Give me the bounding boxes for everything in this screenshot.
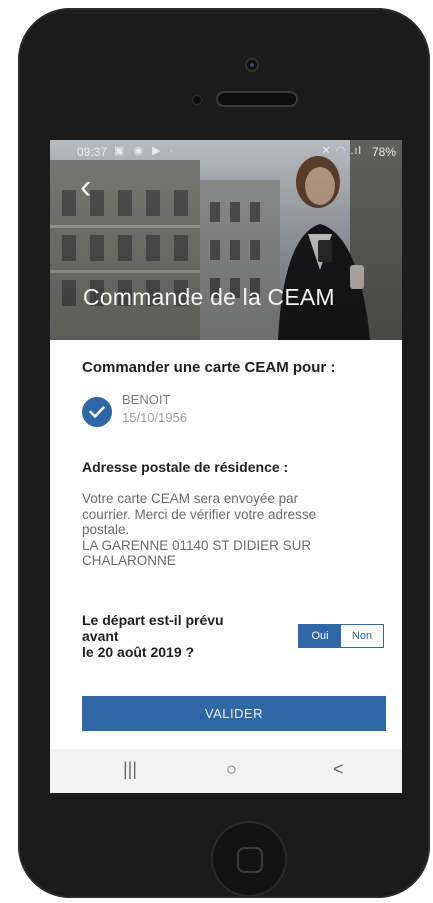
notification-icons: ▣ ◉ ▶ ·	[114, 145, 177, 157]
departure-question: Le départ est-il prévu avant le 20 août …	[82, 612, 272, 660]
back-nav-icon[interactable]: <	[333, 759, 344, 780]
toggle-yes-option[interactable]: Oui	[299, 625, 341, 647]
departure-toggle[interactable]: Oui Non	[298, 624, 384, 648]
system-nav-bar: ||| ○ <	[50, 749, 402, 793]
order-heading: Commander une carte CEAM pour :	[82, 359, 336, 376]
question-line: avant	[82, 628, 119, 644]
battery-level: 78%	[371, 145, 396, 159]
recents-nav-icon[interactable]: |||	[123, 759, 137, 780]
status-time: 09:37	[77, 145, 108, 159]
signal-wifi-icons: ✕ ◠ .ıl	[321, 145, 362, 157]
home-hardware-button[interactable]	[213, 823, 285, 895]
question-line: Le départ est-il prévu	[82, 612, 224, 628]
beneficiary-checkbox[interactable]	[82, 397, 112, 427]
address-text: Votre carte CEAM sera envoyée par courri…	[82, 491, 382, 569]
address-line: CHALARONNE	[82, 553, 176, 568]
page-title: Commande de la CEAM	[83, 284, 335, 310]
order-form: Commander une carte CEAM pour : BENOIT 1…	[50, 340, 402, 749]
beneficiary-dob: 15/10/1956	[122, 410, 188, 425]
question-line: le 20 août 2019 ?	[82, 644, 195, 660]
address-line: courrier. Merci de vérifier votre adress…	[82, 506, 317, 522]
address-line: postale.	[82, 522, 130, 537]
front-camera	[247, 60, 257, 70]
status-bar: 09:37 ▣ ◉ ▶ · ✕ ◠ .ıl 78%	[50, 140, 402, 162]
beneficiary-name: BENOIT	[122, 392, 171, 407]
checkmark-icon	[89, 406, 105, 418]
header-photo: 09:37 ▣ ◉ ▶ · ✕ ◠ .ıl 78% ‹ Commande de …	[50, 140, 402, 340]
app-screen: 09:37 ▣ ◉ ▶ · ✕ ◠ .ıl 78% ‹ Commande de …	[50, 140, 402, 793]
proximity-sensor	[193, 96, 201, 104]
validate-button[interactable]: VALIDER	[82, 696, 386, 731]
address-line: LA GARENNE 01140 ST DIDIER SUR	[82, 537, 312, 553]
back-arrow-icon[interactable]: ‹	[80, 170, 91, 204]
home-nav-icon[interactable]: ○	[226, 759, 237, 780]
earpiece-speaker	[218, 93, 296, 105]
toggle-no-option[interactable]: Non	[341, 625, 383, 647]
address-heading: Adresse postale de résidence :	[82, 459, 289, 475]
address-line: Votre carte CEAM sera envoyée par	[82, 491, 299, 506]
